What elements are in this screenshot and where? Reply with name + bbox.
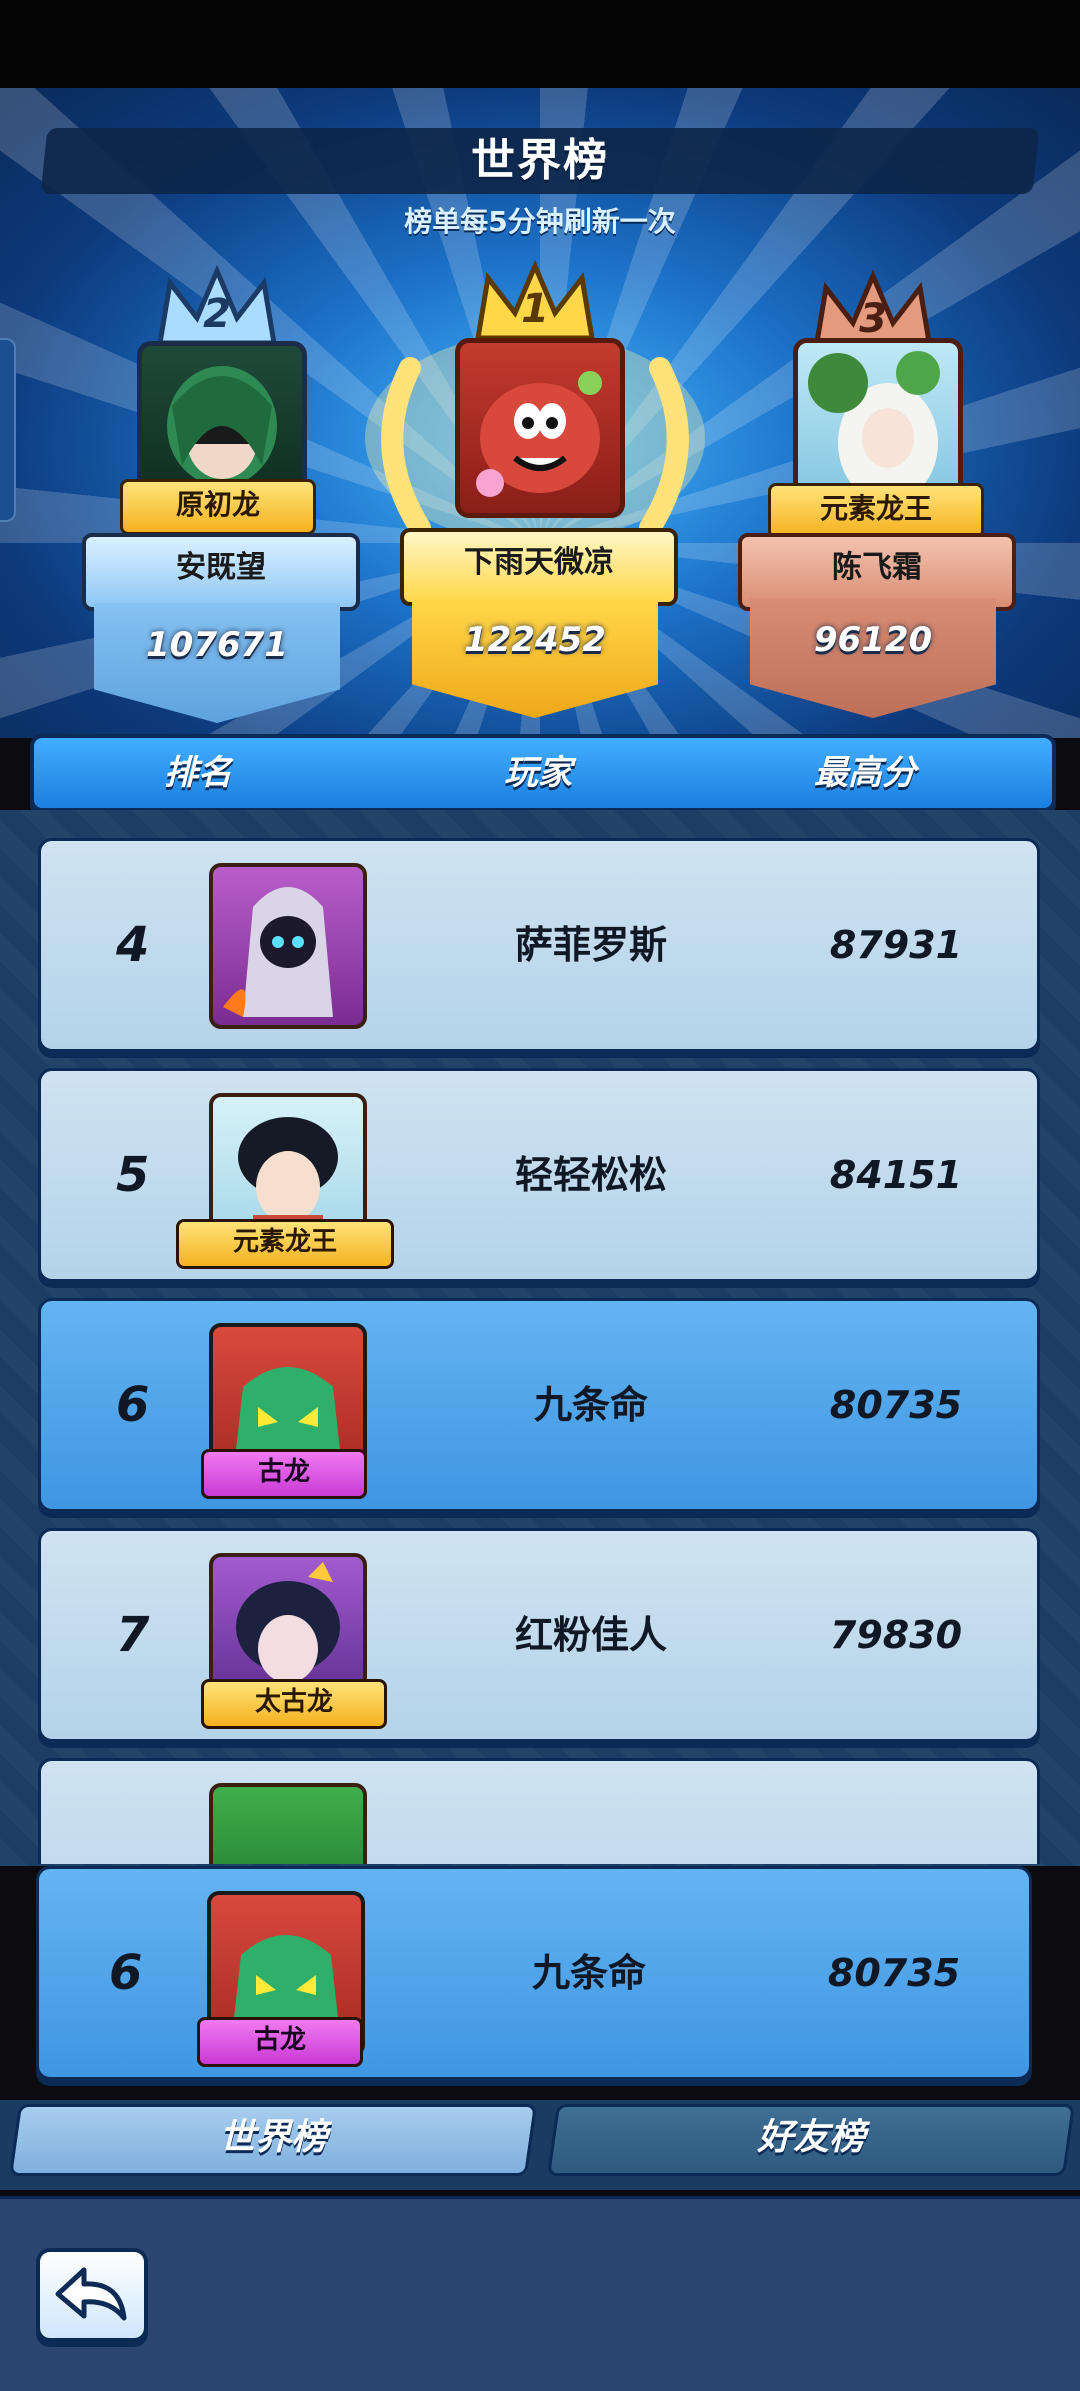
player-title-badge: 太古龙	[201, 1679, 387, 1729]
player-title-badge: 元素龙王	[176, 1219, 394, 1269]
list-item[interactable]	[38, 1758, 1040, 1864]
player-avatar	[209, 863, 367, 1029]
row-rank: 6	[109, 1945, 143, 2001]
podium-first[interactable]: 1 下雨天微凉 122452	[365, 258, 705, 738]
player-name: 下雨天微凉	[464, 545, 614, 580]
tab-friends[interactable]: 好友榜	[546, 2104, 1076, 2176]
column-score: 最高分	[814, 753, 916, 793]
row-rank: 7	[116, 1607, 150, 1663]
player-avatar	[455, 338, 625, 518]
row-player-name: 红粉佳人	[514, 1613, 667, 1657]
page-title: 世界榜	[471, 135, 609, 186]
podium-third[interactable]: 3 元素龙王 陈飞霜 96120	[738, 268, 1016, 738]
list-item[interactable]: 4 萨菲罗斯 87931	[38, 838, 1040, 1052]
crown-icon: 2	[152, 263, 282, 353]
row-score: 84151	[829, 1153, 963, 1197]
podium-second[interactable]: 2 原初龙 安既望 107671	[82, 263, 360, 738]
refresh-note: 榜单每5分钟刷新一次	[404, 205, 676, 238]
list-item[interactable]: 6 古龙 九条命 80735	[38, 1298, 1040, 1512]
column-rank: 排名	[164, 753, 232, 793]
row-score: 87931	[829, 923, 963, 967]
tab-world[interactable]: 世界榜	[8, 2104, 538, 2176]
name-plate: 下雨天微凉	[400, 528, 678, 606]
list-item[interactable]: 5 元素龙王 轻轻松松 84151	[38, 1068, 1040, 1282]
row-score: 80735	[829, 1383, 963, 1427]
crown-icon: 1	[470, 258, 600, 348]
player-score: 96120	[813, 620, 933, 660]
player-title-badge: 古龙	[201, 1449, 367, 1499]
title-ribbon: 元素龙王	[768, 483, 984, 539]
score-shield: 96120	[750, 598, 996, 718]
my-rank-row[interactable]: 6 古龙 九条命 80735	[36, 1866, 1032, 2080]
name-plate: 安既望	[82, 533, 360, 611]
row-score: 79830	[829, 1613, 963, 1657]
rank-number: 2	[203, 291, 231, 337]
list-item[interactable]: 7 太古龙 红粉佳人 79830	[38, 1528, 1040, 1742]
score-shield: 107671	[94, 603, 340, 723]
row-player-name: 九条命	[531, 1951, 646, 1995]
row-score: 80735	[827, 1951, 961, 1995]
row-player-name: 轻轻松松	[514, 1153, 667, 1197]
score-shield: 122452	[412, 598, 658, 718]
player-avatar	[209, 1783, 367, 1864]
row-player-name: 萨菲罗斯	[514, 923, 667, 967]
row-rank: 5	[116, 1147, 150, 1203]
ranking-list[interactable]: 4 萨菲罗斯 87931 5 元素龙王 轻轻松松 84151 6 古龙 九条命 …	[0, 832, 1080, 1864]
player-score: 122452	[464, 620, 606, 660]
player-name: 陈飞霜	[832, 550, 922, 585]
footer	[0, 2196, 1080, 2391]
row-player-name: 九条命	[533, 1383, 648, 1427]
rank-number: 3	[859, 296, 887, 342]
rank-number: 1	[521, 286, 549, 332]
ranking-table-header: 排名 玩家 最高分	[30, 734, 1056, 812]
player-score: 107671	[146, 625, 288, 665]
column-player: 玩家	[504, 753, 572, 793]
player-name: 安既望	[176, 550, 266, 585]
side-tab[interactable]	[0, 338, 16, 522]
row-rank: 6	[116, 1377, 150, 1433]
status-bar	[0, 0, 1080, 88]
back-arrow-icon	[55, 2267, 127, 2321]
player-title-badge: 古龙	[197, 2017, 363, 2067]
podium-area: 世界榜 榜单每5分钟刷新一次 2 原初龙 安既望 107671 1 下雨天微凉 …	[0, 88, 1080, 738]
row-rank: 4	[116, 917, 150, 973]
back-button[interactable]	[36, 2248, 148, 2342]
title-ribbon: 原初龙	[120, 479, 316, 535]
